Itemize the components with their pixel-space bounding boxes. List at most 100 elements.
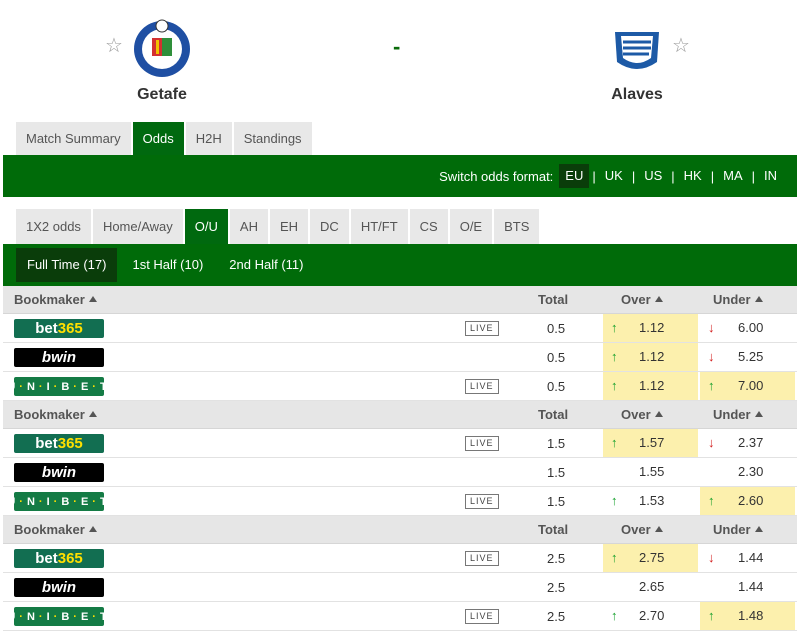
tab-odds[interactable]: Odds [132, 122, 184, 155]
bookmaker-bwin-logo[interactable]: bwin [14, 578, 104, 597]
bet365-wordmark: bet365 [35, 435, 83, 452]
table-header-row: Bookmaker Total Over Under [3, 401, 797, 429]
format-divider: | [631, 168, 636, 184]
arrow-up-icon: ↑ [611, 349, 618, 364]
arrow-down-icon: ↓ [708, 349, 715, 364]
bookmaker-bet365-logo[interactable]: bet365 [14, 434, 104, 453]
live-badge[interactable]: LIVE [465, 551, 499, 566]
tab-1st-half[interactable]: 1st Half (10) [121, 248, 214, 282]
tab-oe[interactable]: O/E [449, 209, 493, 244]
table-row: U·N·I·B·E·T LIVE 2.5 ↑ 2.70 ↑ 1.48 [3, 602, 797, 631]
live-badge[interactable]: LIVE [465, 609, 499, 624]
tab-home-away[interactable]: Home/Away [92, 209, 183, 244]
tab-dc[interactable]: DC [310, 209, 349, 244]
tab-cs[interactable]: CS [409, 209, 448, 244]
total-value: 1.5 [547, 436, 566, 451]
tab-match-summary[interactable]: Match Summary [16, 122, 131, 155]
home-team[interactable]: Getafe [82, 18, 242, 104]
format-us[interactable]: US [638, 164, 668, 188]
over-odd-cell[interactable]: ↑ 1.12 [603, 372, 698, 400]
tab-bts[interactable]: BTS [494, 209, 540, 244]
col-over[interactable]: Over [621, 401, 663, 429]
bookmaker-bet365-logo[interactable]: bet365 [14, 319, 104, 338]
over-odd-value: 1.12 [639, 378, 665, 393]
total-value: 1.5 [547, 494, 566, 509]
col-over[interactable]: Over [621, 516, 663, 544]
tab-ht-ft[interactable]: HT/FT [350, 209, 408, 244]
over-odd-cell[interactable]: 2.65 [603, 573, 698, 601]
bookmaker-unibet-logo[interactable]: U·N·I·B·E·T [7, 607, 107, 626]
col-bookmaker-label: Bookmaker [14, 522, 85, 537]
sort-up-icon [654, 526, 663, 532]
sort-up-icon [754, 526, 763, 532]
col-under[interactable]: Under [713, 286, 763, 314]
tab-full-time[interactable]: Full Time (17) [16, 248, 118, 282]
total-value: 0.5 [547, 350, 566, 365]
bookmaker-bwin-logo[interactable]: bwin [14, 463, 104, 482]
tab-over-under[interactable]: O/U [184, 209, 228, 244]
col-bookmaker[interactable]: Bookmaker [14, 401, 97, 429]
format-hk[interactable]: HK [678, 164, 708, 188]
col-bookmaker[interactable]: Bookmaker [14, 516, 97, 544]
under-odd-cell[interactable]: 1.44 [700, 573, 795, 601]
under-odd-cell[interactable]: ↑ 7.00 [700, 372, 795, 400]
bookmaker-unibet-logo[interactable]: U·N·I·B·E·T [7, 492, 107, 511]
tab-h2h[interactable]: H2H [185, 122, 232, 155]
arrow-up-icon: ↑ [611, 550, 618, 565]
col-over-label: Over [621, 292, 651, 307]
format-in[interactable]: IN [758, 164, 783, 188]
over-odd-cell[interactable]: 1.55 [603, 458, 698, 486]
bwin-wordmark: bwin [41, 579, 77, 596]
under-odd-cell[interactable]: ↓ 2.37 [700, 429, 795, 457]
table-row: bet365 LIVE 1.5 ↑ 1.57 ↓ 2.37 [3, 429, 797, 458]
live-badge[interactable]: LIVE [465, 379, 499, 394]
bookmaker-bet365-logo[interactable]: bet365 [14, 549, 104, 568]
away-team[interactable]: Alaves [557, 18, 717, 104]
col-under[interactable]: Under [713, 516, 763, 544]
col-under[interactable]: Under [713, 401, 763, 429]
under-odd-value: 6.00 [738, 320, 764, 335]
under-odd-cell[interactable]: ↓ 6.00 [700, 314, 795, 342]
tab-2nd-half[interactable]: 2nd Half (11) [218, 248, 314, 282]
live-badge[interactable]: LIVE [465, 436, 499, 451]
under-odd-value: 5.25 [738, 349, 764, 364]
over-odd-cell[interactable]: ↑ 1.53 [603, 487, 698, 515]
under-odd-cell[interactable]: 2.30 [700, 458, 795, 486]
over-odd-cell[interactable]: ↑ 2.75 [603, 544, 698, 572]
tab-eh[interactable]: EH [269, 209, 309, 244]
bookmaker-unibet-logo[interactable]: U·N·I·B·E·T [7, 377, 107, 396]
away-team-name: Alaves [611, 86, 663, 103]
table-row: bet365 LIVE 0.5 ↑ 1.12 ↓ 6.00 [3, 314, 797, 343]
tab-standings[interactable]: Standings [233, 122, 312, 155]
col-over-label: Over [621, 407, 651, 422]
under-odd-cell[interactable]: ↓ 5.25 [700, 343, 795, 371]
under-odd-cell[interactable]: ↑ 2.60 [700, 487, 795, 515]
getafe-logo [132, 18, 192, 80]
over-odd-value: 1.12 [639, 320, 665, 335]
tab-1x2[interactable]: 1X2 odds [16, 209, 91, 244]
over-odd-cell[interactable]: ↑ 1.12 [603, 314, 698, 342]
bookmaker-bwin-logo[interactable]: bwin [14, 348, 104, 367]
live-badge[interactable]: LIVE [465, 494, 499, 509]
over-odd-cell[interactable]: ↑ 1.12 [603, 343, 698, 371]
col-over[interactable]: Over [621, 286, 663, 314]
over-odd-cell[interactable]: ↑ 1.57 [603, 429, 698, 457]
format-ma[interactable]: MA [717, 164, 749, 188]
home-team-name: Getafe [137, 86, 187, 103]
live-badge[interactable]: LIVE [465, 321, 499, 336]
unibet-wordmark: U·N·I·B·E·T [7, 495, 111, 508]
over-odd-cell[interactable]: ↑ 2.70 [603, 602, 698, 630]
tab-ah[interactable]: AH [229, 209, 268, 244]
sort-up-icon [654, 411, 663, 417]
total-value: 2.5 [547, 551, 566, 566]
sort-up-icon [88, 411, 97, 417]
under-odd-cell[interactable]: ↑ 1.48 [700, 602, 795, 630]
format-eu[interactable]: EU [559, 164, 590, 188]
favorite-star-icon[interactable]: ☆ [672, 36, 690, 56]
under-odd-cell[interactable]: ↓ 1.44 [700, 544, 795, 572]
col-bookmaker[interactable]: Bookmaker [14, 286, 97, 314]
format-uk[interactable]: UK [599, 164, 629, 188]
over-odd-value: 1.12 [639, 349, 665, 364]
alaves-logo [607, 18, 667, 80]
table-row: bwin 1.5 1.55 2.30 [3, 458, 797, 487]
